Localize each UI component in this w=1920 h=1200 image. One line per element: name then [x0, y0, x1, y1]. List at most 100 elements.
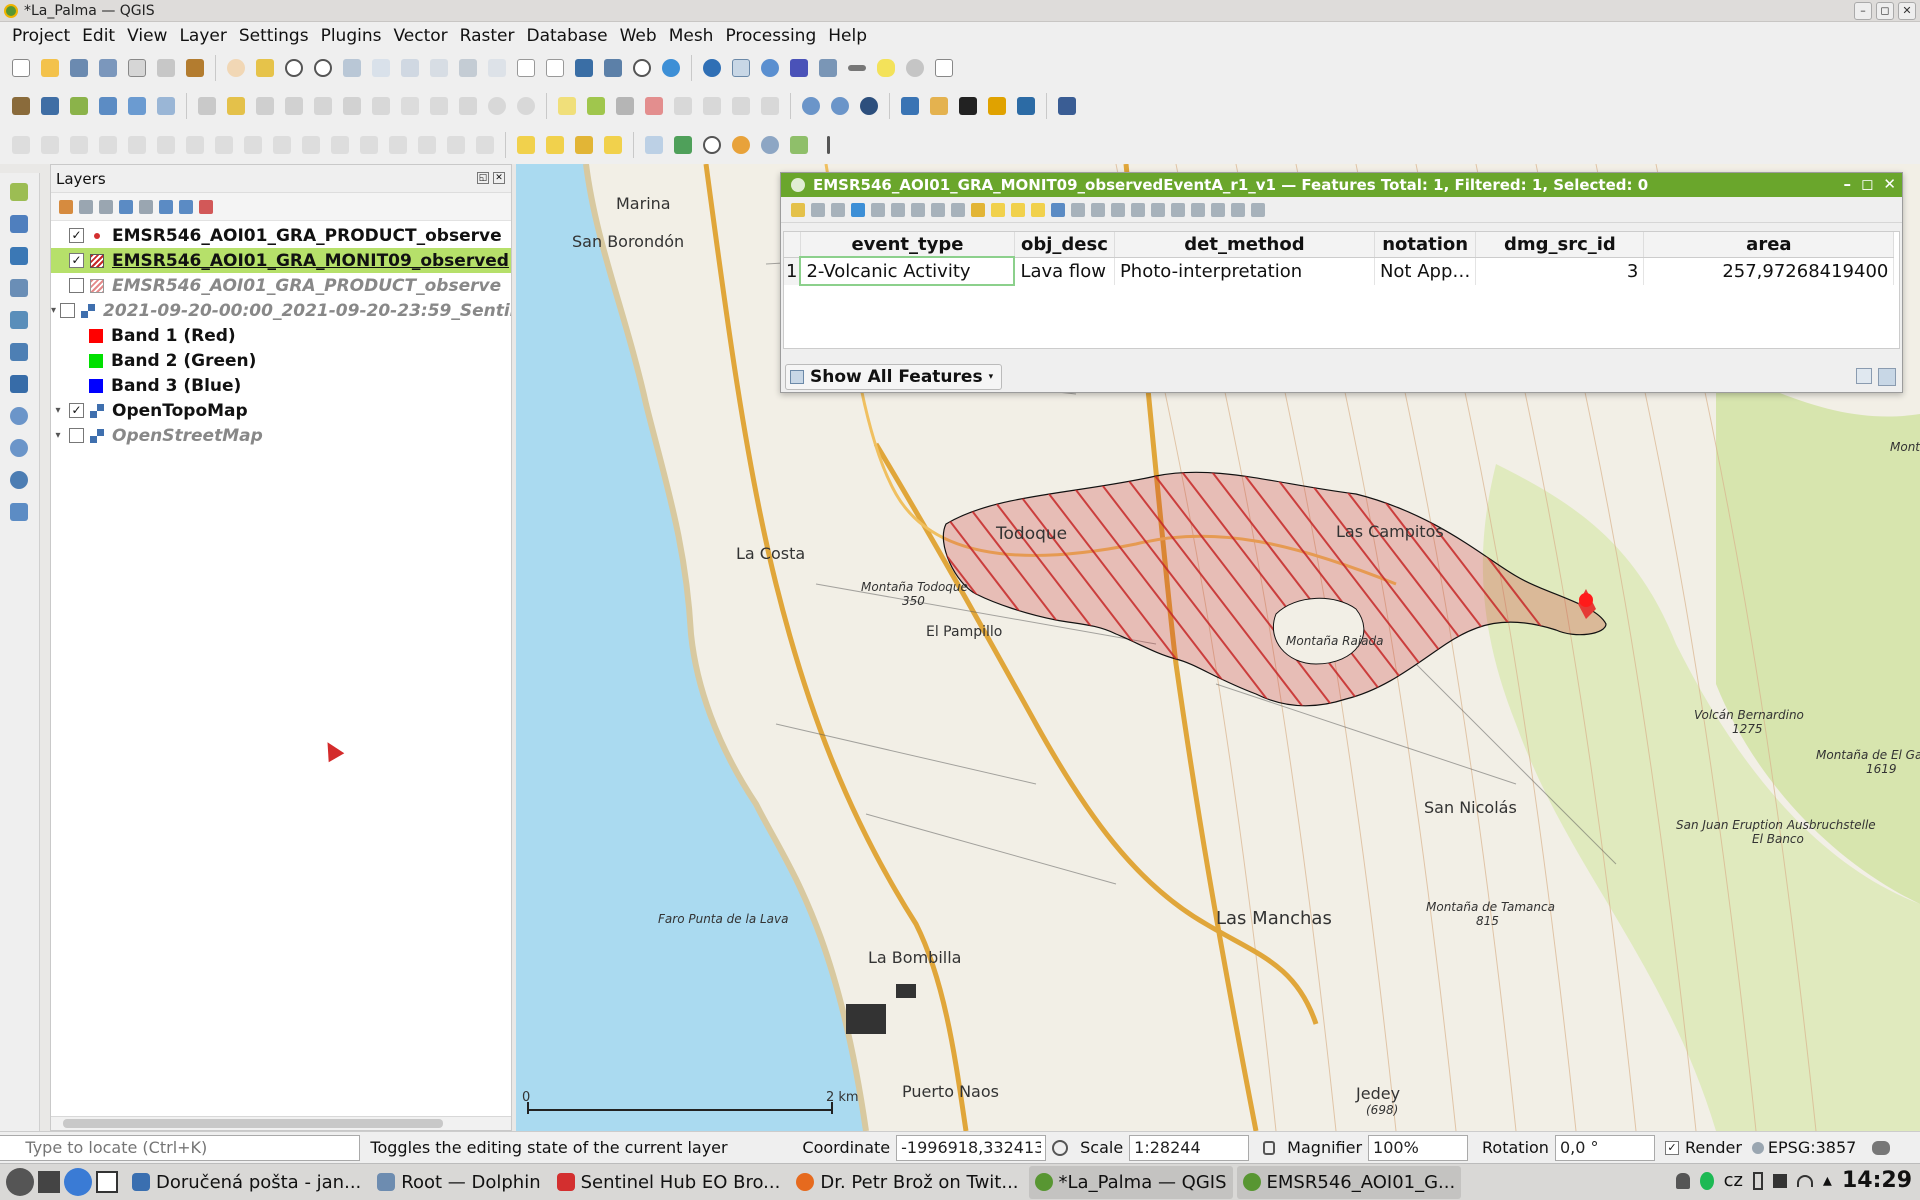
merge-features-icon[interactable]: [95, 132, 121, 158]
float-panel-icon[interactable]: ◱: [477, 172, 489, 184]
messages-icon[interactable]: [1872, 1140, 1891, 1155]
label-pin-icon[interactable]: [641, 93, 667, 119]
task-vivaldi[interactable]: Sentinel Hub EO Bro...: [551, 1166, 787, 1199]
menu-project[interactable]: Project: [6, 26, 76, 46]
vertex-tool-icon[interactable]: [310, 93, 336, 119]
layer-checkbox[interactable]: [69, 278, 84, 293]
layer-item-openstreetmap[interactable]: ▾ OpenStreetMap: [51, 423, 511, 448]
open-project-icon[interactable]: [37, 55, 63, 81]
select-by-value-icon[interactable]: [542, 132, 568, 158]
home-icon[interactable]: [1013, 93, 1039, 119]
layer-checkbox[interactable]: ✓: [69, 253, 84, 268]
menu-raster[interactable]: Raster: [454, 26, 521, 46]
add-ring-icon[interactable]: [37, 132, 63, 158]
menu-view[interactable]: View: [121, 26, 173, 46]
dock-icon[interactable]: [1231, 202, 1245, 217]
delete-ring-icon[interactable]: [298, 132, 324, 158]
globe-icon[interactable]: [757, 132, 783, 158]
label-rule-icon[interactable]: [583, 93, 609, 119]
maximize-icon[interactable]: ◻: [1861, 175, 1873, 193]
save-edits-icon[interactable]: [252, 93, 278, 119]
multi-edit-icon[interactable]: [811, 202, 825, 217]
copy-coords-icon[interactable]: [641, 132, 667, 158]
lock-icon[interactable]: [1263, 1140, 1276, 1155]
menu-help[interactable]: Help: [822, 26, 873, 46]
task-attribute-table[interactable]: EMSR546_AOI01_G...: [1236, 1165, 1462, 1199]
reshape-icon[interactable]: [240, 132, 266, 158]
add-vector-tile-icon[interactable]: [6, 499, 32, 525]
column-header[interactable]: det_method: [1114, 232, 1375, 258]
reverse-line-icon[interactable]: [356, 132, 382, 158]
table-cell[interactable]: Not App…: [1374, 257, 1477, 285]
rotate-point-icon[interactable]: [443, 132, 469, 158]
python-console-icon[interactable]: [897, 93, 923, 119]
expand-arrow-icon[interactable]: ▾: [51, 305, 56, 316]
filter-expression-icon[interactable]: [139, 199, 153, 214]
layout-manager-icon[interactable]: [153, 55, 179, 81]
menu-web[interactable]: Web: [614, 26, 663, 46]
pan-to-selected-icon[interactable]: [1091, 202, 1105, 217]
layer-checkbox[interactable]: [69, 428, 84, 443]
wifi-icon[interactable]: [1796, 1174, 1813, 1187]
remove-layer-icon[interactable]: [199, 199, 213, 214]
modify-attributes-icon[interactable]: [339, 93, 365, 119]
firefox-launcher-icon[interactable]: [64, 1168, 92, 1196]
toggle-editing-icon[interactable]: [791, 202, 805, 217]
zoom-out-icon[interactable]: [310, 55, 336, 81]
table-row[interactable]: 1 2-Volcanic Activity Lava flow Photo-in…: [784, 256, 1895, 286]
conditional-formatting-icon[interactable]: [1191, 202, 1205, 217]
paste-icon[interactable]: [951, 202, 965, 217]
zoom-last-icon[interactable]: [455, 55, 481, 81]
notification-bell-icon[interactable]: [1675, 1172, 1690, 1189]
battery-icon[interactable]: [1752, 1171, 1763, 1190]
new-3d-view-icon[interactable]: [542, 55, 568, 81]
scale-field[interactable]: [1129, 1134, 1250, 1161]
zoom-in-icon[interactable]: [281, 55, 307, 81]
select-by-expression-icon[interactable]: [971, 202, 985, 217]
invert-selection-icon[interactable]: [1011, 202, 1025, 217]
layer-item-sentinel[interactable]: ▾ 2021-09-20-00:00_2021-09-20-23:59_Sent…: [51, 298, 511, 323]
close-icon[interactable]: ✕: [1898, 2, 1916, 20]
label-toolbar-icon[interactable]: [554, 93, 580, 119]
new-project-icon[interactable]: [8, 55, 34, 81]
add-mesh-icon[interactable]: [6, 243, 32, 269]
zoom-native-icon[interactable]: [426, 55, 452, 81]
reload-icon[interactable]: [851, 202, 865, 217]
rotate-label-icon[interactable]: [728, 93, 754, 119]
layer-item-product-hatch[interactable]: EMSR546_AOI01_GRA_PRODUCT_observe: [51, 273, 511, 298]
db-manager-icon[interactable]: [926, 93, 952, 119]
save-as-icon[interactable]: [95, 55, 121, 81]
tray-expand-icon[interactable]: ▴: [1823, 1170, 1832, 1191]
filter-selection-icon[interactable]: [1051, 202, 1065, 217]
add-postgis-icon[interactable]: [6, 339, 32, 365]
menu-edit[interactable]: Edit: [76, 26, 121, 46]
zoom-full-icon[interactable]: [339, 55, 365, 81]
toggle-extents-icon[interactable]: [1052, 1139, 1069, 1156]
volume-icon[interactable]: [1772, 1173, 1787, 1188]
delete-field-icon[interactable]: [1151, 202, 1165, 217]
menu-plugins[interactable]: Plugins: [315, 26, 388, 46]
text-annotation-icon[interactable]: [931, 55, 957, 81]
current-edits-icon[interactable]: [194, 93, 220, 119]
minimize-icon[interactable]: –: [1854, 2, 1872, 20]
column-header[interactable]: dmg_src_id: [1475, 232, 1645, 258]
table-cell[interactable]: 257,97268419400: [1643, 257, 1895, 285]
map-tips-icon[interactable]: [873, 55, 899, 81]
rotation-field[interactable]: [1554, 1134, 1655, 1161]
add-virtual-icon[interactable]: [6, 371, 32, 397]
open-layer-styling-icon[interactable]: [59, 199, 73, 214]
search-icon[interactable]: [1251, 202, 1265, 217]
cut-icon[interactable]: [911, 202, 925, 217]
style-manager-icon[interactable]: [182, 55, 208, 81]
menu-processing[interactable]: Processing: [719, 26, 822, 46]
bookmark-icon[interactable]: [571, 55, 597, 81]
layer-checkbox[interactable]: ✓: [69, 228, 84, 243]
layer-item-opentopomap[interactable]: ▾ ✓ OpenTopoMap: [51, 398, 511, 423]
select-all-icon[interactable]: [991, 202, 1005, 217]
save-project-icon[interactable]: [66, 55, 92, 81]
raster-align-icon[interactable]: [786, 132, 812, 158]
table-cell[interactable]: Lava flow: [1014, 257, 1115, 285]
adv-digitize-icon[interactable]: [8, 132, 34, 158]
close-panel-icon[interactable]: ✕: [493, 172, 505, 184]
layer-checkbox[interactable]: [60, 303, 76, 318]
